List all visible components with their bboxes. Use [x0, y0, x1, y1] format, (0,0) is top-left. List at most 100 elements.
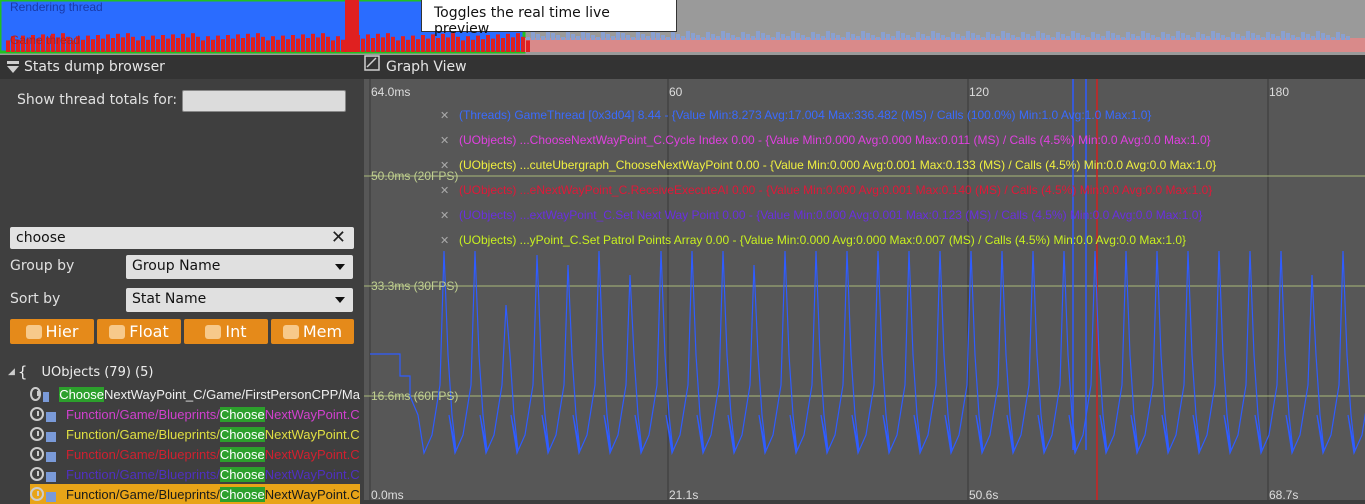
strip-bar — [146, 39, 150, 52]
strip-bar-faded — [1256, 35, 1260, 40]
strip-bar — [241, 38, 245, 52]
strip-bar-faded — [1166, 34, 1170, 40]
strip-bar — [366, 34, 370, 52]
strip-bar-faded — [1301, 32, 1305, 40]
strip-bar-faded — [551, 33, 555, 40]
strip-bar-faded — [1186, 35, 1190, 40]
sort-by-dropdown[interactable]: Stat Name — [126, 288, 353, 312]
strip-bar-faded — [966, 31, 970, 40]
strip-bar-faded — [696, 35, 700, 40]
strip-bar — [246, 33, 250, 52]
strip-bar — [186, 37, 190, 52]
strip-bar-faded — [601, 32, 605, 40]
float-button[interactable]: Float — [97, 319, 181, 344]
strip-bar — [316, 37, 320, 52]
close-icon[interactable]: ✕ — [331, 227, 346, 248]
int-button[interactable]: Int — [184, 319, 268, 344]
graph-legend-entry[interactable]: ✕ (UObjects) ...ChooseNextWayPoint_C.Cycl… — [440, 129, 1211, 151]
dropdown-arrow-icon[interactable] — [6, 60, 20, 74]
strip-bar-faded — [986, 32, 990, 40]
strip-bar — [476, 35, 480, 52]
game-thread-label: Game thread — [10, 33, 81, 47]
tree-root-uobjects[interactable]: ◢ { UObjects (79) (5) — [8, 363, 153, 381]
strip-bar-faded — [856, 36, 860, 40]
strip-bar-faded — [1111, 33, 1115, 40]
tree-stat-item[interactable]: ChooseNextWayPoint_C/Game/FirstPersonCPP… — [30, 384, 360, 404]
strip-bar-faded — [651, 31, 655, 40]
strip-bar — [396, 40, 400, 52]
strip-bar-faded — [631, 37, 635, 40]
graph-legend-entry[interactable]: ✕ (UObjects) ...extWayPoint_C.Set Next Wa… — [440, 204, 1202, 226]
strip-bar — [341, 39, 345, 52]
strip-bar — [221, 39, 225, 52]
top-axis-label: 64.0ms — [371, 85, 411, 99]
strip-bar — [196, 36, 200, 52]
tree-stat-item[interactable]: Function/Game/Blueprints/ChooseNextWayPo… — [30, 464, 360, 484]
thread-totals-input[interactable] — [182, 90, 346, 112]
graph-legend-entry[interactable]: ✕ (UObjects) ...eNextWayPoint_C.ReceiveEx… — [440, 179, 1212, 201]
graph-legend-entry[interactable]: ✕ (UObjects) ...yPoint_C.Set Patrol Point… — [440, 229, 1186, 251]
strip-bar-faded — [871, 35, 875, 40]
clock-icon — [30, 427, 44, 441]
strip-bar-faded — [591, 35, 595, 40]
strip-bar — [431, 34, 435, 52]
graph-view[interactable]: Graph View 64.0ms 60 120 180 0.0ms 21.1s 50.6s… — [364, 55, 1365, 502]
strip-bar-faded — [791, 31, 795, 40]
remove-series-icon[interactable]: ✕ — [440, 159, 454, 172]
strip-bar-faded — [776, 32, 780, 40]
strip-bar-faded — [1221, 35, 1225, 40]
strip-bar — [401, 36, 405, 52]
remove-series-icon[interactable]: ✕ — [440, 134, 454, 147]
strip-bar-faded — [881, 32, 885, 40]
expand-arrow-icon[interactable]: ◢ — [8, 367, 15, 377]
mem-button[interactable]: Mem — [271, 319, 354, 344]
strip-bar-faded — [1021, 32, 1025, 40]
strip-bar-faded — [1076, 33, 1080, 40]
strip-bar-faded — [731, 35, 735, 40]
strip-bar-faded — [1341, 34, 1345, 40]
strip-bar-faded — [656, 33, 660, 40]
stat-name: NextWayPoint.C — [264, 466, 360, 482]
frame-timeline-strip[interactable]: Rendering thread Game thread — [0, 0, 1365, 55]
graph-legend-entry[interactable]: ✕ (Threads) GameThread [0x3d04] 8.44 - {V… — [440, 104, 1151, 126]
strip-bar — [291, 35, 295, 52]
stat-type-icon — [46, 472, 56, 482]
search-highlight: Choose — [219, 426, 265, 442]
hier-button[interactable]: Hier — [10, 319, 94, 344]
strip-bar-faded — [726, 33, 730, 40]
group-by-value: Group Name — [132, 258, 221, 274]
graph-view-header: Graph View — [364, 55, 1365, 79]
strip-bar-faded — [1116, 35, 1120, 40]
strip-bar-faded — [1101, 36, 1105, 40]
tree-stat-item[interactable]: Function/Game/Blueprints/ChooseNextWayPo… — [30, 404, 360, 424]
strip-bar-faded — [796, 33, 800, 40]
tree-stat-item[interactable]: Function/Game/Blueprints/ChooseNextWayPo… — [30, 444, 360, 464]
stat-search-input[interactable]: choose ✕ — [10, 227, 354, 249]
remove-series-icon[interactable]: ✕ — [440, 234, 454, 247]
strip-bar-faded — [936, 33, 940, 40]
strip-bar-faded — [1236, 34, 1240, 40]
frame-timeline-bars — [0, 0, 1365, 54]
remove-series-icon[interactable]: ✕ — [440, 209, 454, 222]
strip-bar — [306, 38, 310, 52]
remove-series-icon[interactable]: ✕ — [440, 109, 454, 122]
strip-bar — [96, 35, 100, 52]
strip-bar-faded — [961, 36, 965, 40]
strip-bar — [521, 36, 525, 52]
strip-bar-faded — [541, 36, 545, 40]
strip-bar-faded — [916, 32, 920, 40]
mem-label: Mem — [302, 322, 343, 341]
strip-bar-faded — [826, 31, 830, 40]
remove-series-icon[interactable]: ✕ — [440, 184, 454, 197]
strip-bar-faded — [691, 33, 695, 40]
tree-stat-item[interactable]: Function/Game/Blueprints/ChooseNextWayPo… — [30, 424, 360, 444]
group-by-dropdown[interactable]: Group Name — [126, 255, 353, 279]
tree-stat-item[interactable]: Function/Game/Blueprints/ChooseNextWayPo… — [30, 484, 360, 504]
strip-bar — [206, 36, 210, 52]
strip-bar-faded — [666, 37, 670, 40]
strip-bar — [286, 39, 290, 52]
strip-bar-faded — [991, 34, 995, 40]
strip-bar-faded — [836, 35, 840, 40]
group-by-label: Group by — [10, 258, 75, 274]
graph-legend-entry[interactable]: ✕ (UObjects) ...cuteUbergraph_ChooseNextW… — [440, 154, 1216, 176]
